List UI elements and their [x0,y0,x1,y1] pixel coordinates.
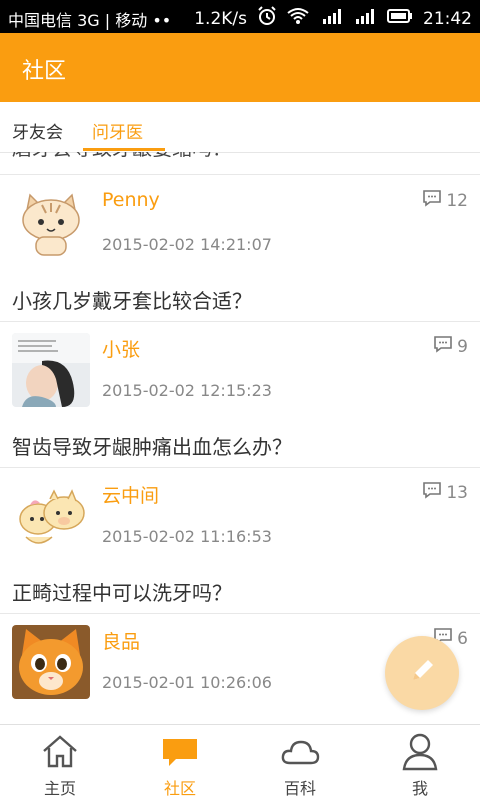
question-title[interactable]: 小孩几岁戴牙套比较合适？ [12,285,252,314]
nav-community[interactable]: 社区 [120,725,240,801]
cut-off-question[interactable]: 磨牙会导致牙龈萎缩吗？ [12,152,232,161]
comment-count-value: 12 [446,190,468,211]
status-bar: 中国电信 3G | 移动 •• 1.2K/s 21:42 [0,0,480,33]
chat-bubble-icon [163,739,197,766]
home-icon [43,735,77,768]
post-time: 2015-02-02 12:15:23 [102,381,272,400]
list-item[interactable]: 小张 2015-02-02 12:15:23 9 智齿导致牙龈肿痛出血怎么办？ [0,321,480,467]
pig-cartoon-avatar[interactable] [12,479,90,553]
nav-me[interactable]: 我 [360,725,480,801]
cloud-icon [281,740,320,765]
question-title[interactable]: 智齿导致牙龈肿痛出血怎么办？ [12,431,292,460]
bottom-nav: 主页 社区 百科 我 [0,724,480,801]
post-time: 2015-02-02 11:16:53 [102,527,272,546]
question-title[interactable]: 正畸过程中可以洗牙吗？ [12,577,232,606]
comment-count-value: 13 [446,482,468,503]
nav-community-label: 社区 [163,779,196,798]
person-icon [402,733,438,771]
battery-icon [387,8,413,29]
tab-yayouhui[interactable]: 牙友会 [12,118,63,143]
active-tab-indicator [83,148,165,151]
nav-home[interactable]: 主页 [0,725,120,801]
comment-count[interactable]: 13 [422,481,468,504]
comment-count[interactable]: 12 [422,189,468,212]
author-name[interactable]: Penny [102,189,160,211]
tab-bar: 牙友会 问牙医 [0,102,480,153]
list-item[interactable]: 云中间 2015-02-02 11:16:53 13 正畸过程中可以洗牙吗？ [0,467,480,613]
signal-1x-icon [319,7,345,30]
post-time: 2015-02-02 14:21:07 [102,235,272,254]
cat-cartoon-avatar[interactable] [12,187,90,261]
tab-wenyayi[interactable]: 问牙医 [92,118,143,143]
comment-count[interactable]: 9 [433,335,468,358]
app-bar: 社区 [0,33,480,102]
comment-count-value: 6 [457,628,468,649]
comment-icon [422,189,442,212]
author-name[interactable]: 良品 [102,627,140,654]
nav-home-label: 主页 [43,779,76,798]
pencil-icon [407,656,437,690]
question-list[interactable]: 磨牙会导致牙龈萎缩吗？ Penny 2015-02-02 14:21:07 12… [0,152,480,722]
nav-encyclopedia-label: 百科 [283,779,316,798]
comment-icon [422,481,442,504]
comment-icon [433,335,453,358]
wifi-icon [287,7,309,30]
girl-photo-avatar[interactable] [12,333,90,407]
nav-encyclopedia[interactable]: 百科 [240,725,360,801]
carrier-text: 中国电信 3G | 移动 •• [8,11,172,30]
status-right: 1.2K/s 21:42 [194,6,472,31]
alarm-icon [257,6,277,31]
list-item[interactable]: Penny 2015-02-02 14:21:07 12 小孩几岁戴牙套比较合适… [0,175,480,321]
network-speed: 1.2K/s [194,8,247,29]
signal-icon [355,7,377,30]
author-name[interactable]: 云中间 [102,481,159,508]
page-title: 社区 [22,59,67,84]
comment-count-value: 9 [457,336,468,357]
author-name[interactable]: 小张 [102,335,140,362]
nav-me-label: 我 [411,779,428,798]
clock-text: 21:42 [423,8,472,29]
compose-button[interactable] [385,636,459,710]
orange-cat-avatar[interactable] [12,625,90,699]
post-time: 2015-02-01 10:26:06 [102,673,272,692]
